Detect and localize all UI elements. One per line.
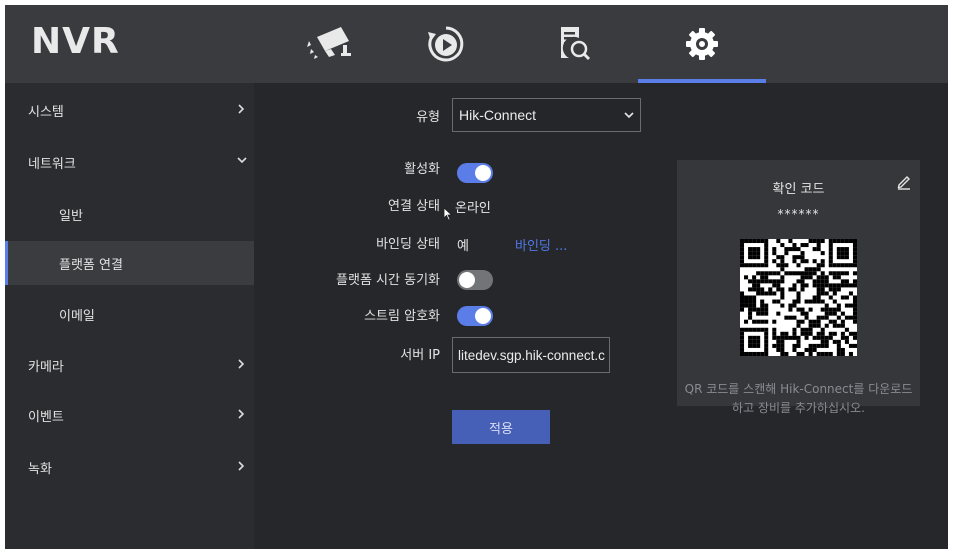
server-ip-label: 서버 IP	[400, 348, 440, 363]
sidebar: 시스템 네트워크 일반 플랫폼 연결 이메일 카메라 이벤트 녹화	[5, 83, 254, 549]
mouse-cursor-icon	[443, 207, 453, 221]
camera-icon	[307, 27, 351, 59]
sidebar-item-platform-access[interactable]: 플랫폼 연결	[5, 241, 254, 285]
sidebar-item-general[interactable]: 일반	[5, 192, 254, 236]
sidebar-item-label: 녹화	[28, 461, 52, 477]
toggle-knob	[475, 308, 491, 324]
tab-search[interactable]	[509, 5, 637, 83]
stream-encryption-label: 스트림 암호화	[364, 309, 440, 324]
qr-code	[740, 239, 857, 356]
tab-settings[interactable]	[638, 5, 766, 83]
sidebar-item-label: 이메일	[59, 308, 95, 324]
sidebar-item-recording[interactable]: 녹화	[5, 445, 254, 489]
enable-toggle[interactable]	[457, 163, 493, 183]
nvr-window: NVR 시스템 네트워크 일반 플랫폼 연결 이메일 카메라 이벤트 녹화 유형…	[5, 5, 948, 549]
sidebar-item-label: 카메라	[28, 359, 64, 375]
tab-playback[interactable]	[382, 5, 510, 83]
edit-icon[interactable]	[896, 174, 912, 190]
type-select[interactable]: Hik-Connect	[452, 98, 641, 132]
sidebar-item-label: 네트워크	[28, 156, 76, 172]
sidebar-item-label: 이벤트	[28, 409, 64, 425]
chevron-right-icon	[238, 104, 245, 114]
qr-description-line-2: 하고 장비를 추가하십시오.	[732, 401, 865, 415]
platform-access-form: 유형 활성화 연결 상태 바인딩 상태 플랫폼 시간 동기화 스트림 암호화 서…	[254, 83, 948, 549]
top-bar: NVR	[5, 5, 948, 83]
type-label: 유형	[416, 110, 440, 125]
type-select-value: Hik-Connect	[459, 107, 537, 123]
file-search-icon	[561, 27, 591, 61]
qr-panel: 확인 코드 ****** QR 코드를 스캔해 Hik-Connect를 다운로…	[677, 160, 920, 415]
verification-code-title: 확인 코드	[772, 182, 825, 197]
sidebar-item-label: 시스템	[28, 104, 64, 120]
server-ip-input[interactable]: litedev.sgp.hik-connect.c	[452, 337, 610, 373]
toggle-knob	[475, 165, 491, 181]
server-ip-value: litedev.sgp.hik-connect.c	[458, 347, 605, 363]
chevron-down-icon	[624, 112, 634, 119]
binding-status-label: 바인딩 상태	[376, 237, 440, 252]
sidebar-item-system[interactable]: 시스템	[5, 88, 254, 132]
binding-status-value: 예	[457, 239, 469, 254]
qr-description: QR 코드를 스캔해 Hik-Connect를 다운로드 하고 장비를 추가하십…	[677, 380, 920, 418]
chevron-right-icon	[238, 461, 245, 471]
tab-camera[interactable]	[267, 5, 395, 83]
platform-time-sync-label: 플랫폼 시간 동기화	[336, 273, 440, 288]
chevron-down-icon	[237, 157, 247, 164]
gear-icon	[686, 28, 718, 60]
sidebar-item-label: 일반	[59, 208, 83, 224]
sidebar-item-event[interactable]: 이벤트	[5, 393, 254, 437]
toggle-knob	[459, 272, 475, 288]
stream-encryption-toggle[interactable]	[457, 306, 493, 326]
chevron-right-icon	[238, 409, 245, 419]
connection-status-label: 연결 상태	[388, 199, 440, 214]
platform-time-sync-toggle[interactable]	[457, 270, 493, 290]
playback-icon	[428, 26, 464, 62]
chevron-right-icon	[238, 359, 245, 369]
form-labels: 유형 활성화 연결 상태 바인딩 상태 플랫폼 시간 동기화 스트림 암호화 서…	[254, 83, 440, 549]
qr-code-image	[740, 239, 857, 356]
qr-description-line-1: QR 코드를 스캔해 Hik-Connect를 다운로드	[684, 382, 913, 396]
bind-link[interactable]: 바인딩 ...	[515, 235, 567, 254]
logo: NVR	[31, 21, 120, 62]
connection-status-value: 온라인	[455, 201, 491, 216]
verification-code-value: ******	[777, 207, 820, 221]
apply-button[interactable]: 적용	[452, 410, 550, 444]
sidebar-item-camera[interactable]: 카메라	[5, 343, 254, 387]
sidebar-item-label: 플랫폼 연결	[59, 257, 123, 273]
sidebar-item-network[interactable]: 네트워크	[5, 140, 254, 184]
enable-label: 활성화	[404, 162, 440, 177]
sidebar-item-email[interactable]: 이메일	[5, 292, 254, 336]
